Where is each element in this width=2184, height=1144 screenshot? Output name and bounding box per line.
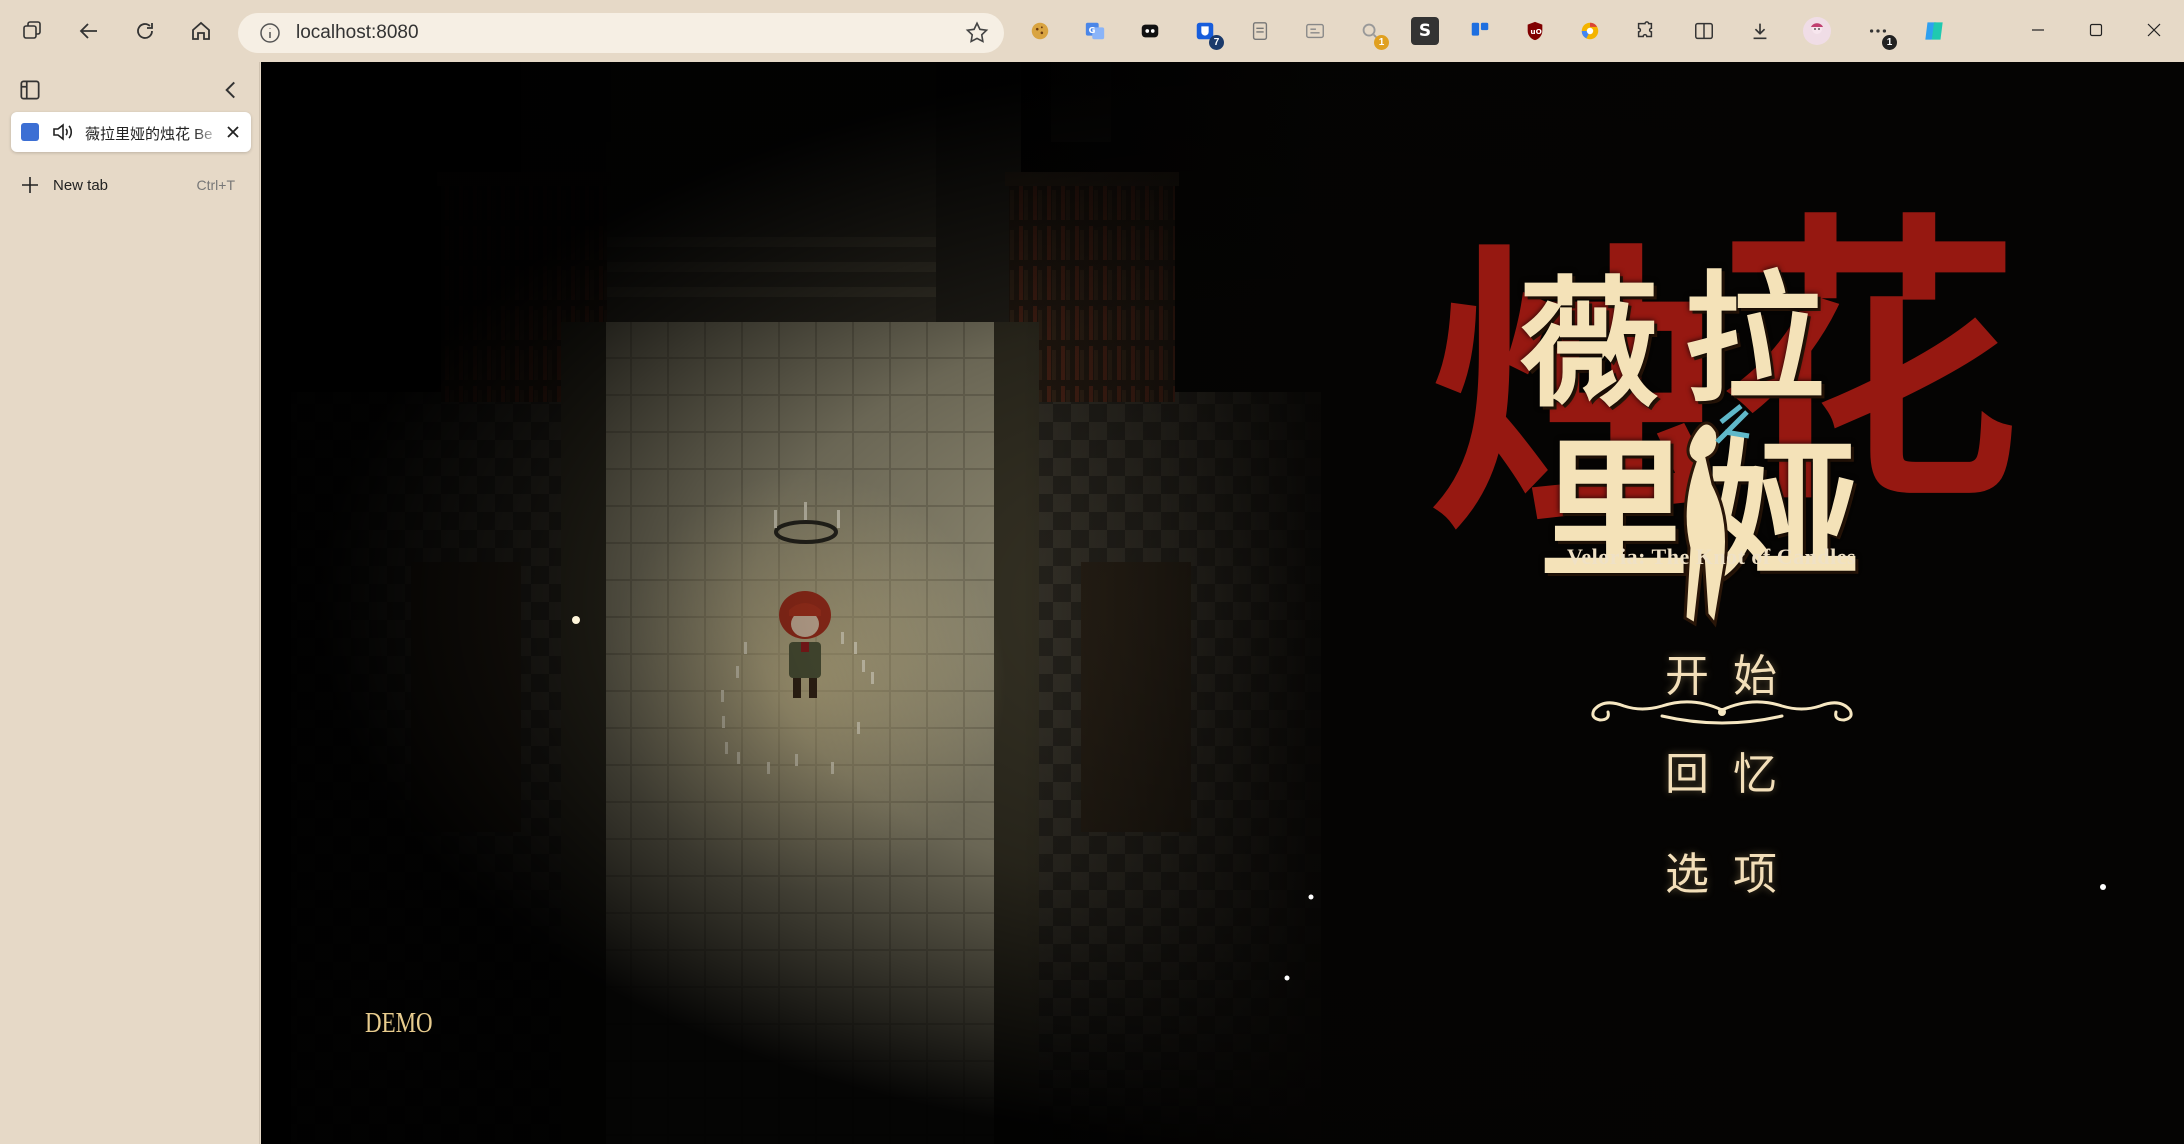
new-tab-shortcut: Ctrl+T bbox=[196, 177, 236, 193]
cookie-icon[interactable] bbox=[1026, 17, 1054, 45]
address-bar[interactable]: localhost:8080 bbox=[238, 13, 1004, 53]
puzzle-icon[interactable] bbox=[1631, 17, 1659, 45]
media-icon[interactable] bbox=[1301, 17, 1329, 45]
game-subtitle: Veloria: The Knot of Candles bbox=[1567, 544, 1857, 569]
tab-actions-icon[interactable] bbox=[17, 77, 43, 103]
collapse-sidebar-icon[interactable] bbox=[218, 77, 244, 103]
workspaces-icon[interactable] bbox=[16, 14, 50, 48]
close-window-button[interactable] bbox=[2134, 12, 2174, 48]
extension-badge: 7 bbox=[1209, 35, 1224, 50]
close-tab-icon[interactable] bbox=[223, 122, 243, 142]
tab-game[interactable]: 薇拉里娅的烛花 Be bbox=[11, 112, 251, 152]
document-icon[interactable] bbox=[1246, 17, 1274, 45]
trello-icon[interactable] bbox=[1466, 17, 1494, 45]
speaker-icon[interactable] bbox=[51, 121, 75, 143]
game-canvas[interactable]: 烛 花 薇 拉 里 娅 Veloria: The Knot of Candles… bbox=[261, 62, 2184, 1144]
bitwarden-icon[interactable]: 7 bbox=[1191, 17, 1224, 50]
svg-text:uO: uO bbox=[1530, 27, 1541, 36]
vertical-tabs-sidebar: 薇拉里娅的烛花 Be New tab Ctrl+T bbox=[0, 62, 260, 1144]
new-tab-label: New tab bbox=[53, 177, 109, 194]
profile-avatar[interactable] bbox=[1803, 17, 1831, 45]
site-info-icon[interactable] bbox=[258, 21, 282, 45]
extension-badge: 1 bbox=[1374, 35, 1389, 50]
chrome-cast-icon[interactable] bbox=[1576, 17, 1604, 45]
menu-options-button[interactable]: 选项 bbox=[1621, 838, 1821, 902]
tab-favicon bbox=[21, 123, 39, 141]
mask-icon[interactable] bbox=[1136, 17, 1164, 45]
menu-selection-ornament-icon bbox=[1591, 700, 1853, 725]
split-screen-icon[interactable] bbox=[1690, 17, 1718, 45]
tab-title: 薇拉里娅的烛花 Be bbox=[85, 126, 213, 143]
plus-icon bbox=[22, 177, 38, 193]
demo-label: DEMO bbox=[365, 1008, 433, 1039]
svg-text:G: G bbox=[1089, 25, 1096, 35]
download-icon[interactable] bbox=[1746, 17, 1774, 45]
search-ext-icon[interactable]: 1 bbox=[1356, 17, 1389, 50]
translate-icon[interactable]: G bbox=[1081, 17, 1109, 45]
more-badge: 1 bbox=[1882, 35, 1897, 50]
new-tab-button[interactable]: New tab Ctrl+T bbox=[11, 167, 251, 203]
more-menu-icon[interactable]: 1 bbox=[1864, 17, 1897, 50]
back-button[interactable] bbox=[72, 14, 106, 48]
minimize-button[interactable] bbox=[2018, 12, 2058, 48]
ublock-icon[interactable]: uO bbox=[1521, 17, 1549, 45]
logo-silhouette-icon bbox=[1683, 404, 1750, 628]
home-button[interactable] bbox=[184, 14, 218, 48]
url-text[interactable]: localhost:8080 bbox=[296, 22, 419, 44]
s-ext-icon[interactable]: S bbox=[1411, 17, 1439, 45]
browser-toolbar: localhost:8080 G 7 1 S uO 1 bbox=[0, 0, 2184, 62]
menu-recall-button[interactable]: 回忆 bbox=[1621, 738, 1821, 802]
copilot-icon[interactable] bbox=[1920, 17, 1948, 45]
favorite-star-icon[interactable] bbox=[964, 20, 990, 46]
refresh-button[interactable] bbox=[128, 14, 162, 48]
maximize-button[interactable] bbox=[2076, 12, 2116, 48]
